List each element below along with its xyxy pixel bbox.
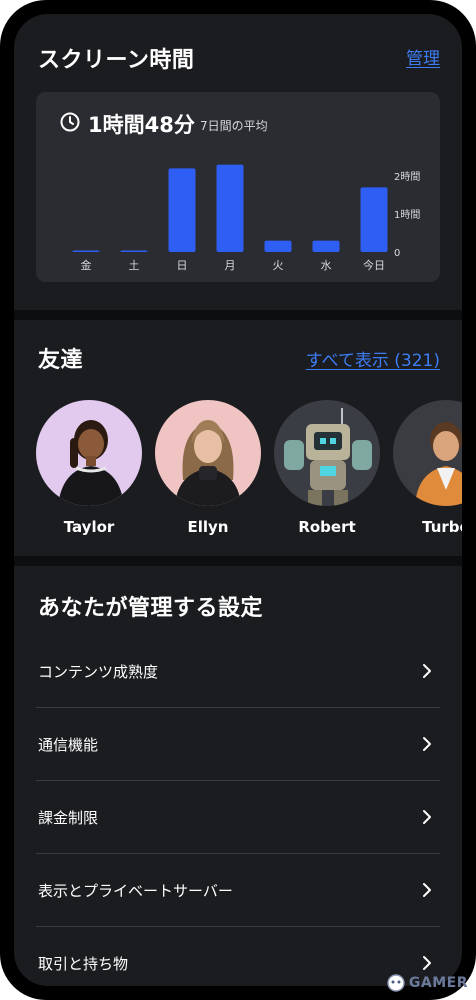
chart-x-tick-label: 日 <box>177 259 188 272</box>
avatar <box>274 400 380 506</box>
screen-time-title: スクリーン時間 <box>38 48 195 73</box>
chart-y-tick-label: 2時間 <box>394 171 420 183</box>
avatar <box>393 400 462 506</box>
chevron-right-icon <box>423 664 431 678</box>
screen-time-card: 1時間48分 7日間の平均 金土日月火水今日 2時間 1時間 0 <box>36 92 440 282</box>
friend-card[interactable]: Ellyn <box>155 400 261 536</box>
device-frame: スクリーン時間 管理 1時間48分 7日間の平均 金土日月火水今日 2時間 1時間 0… <box>0 0 476 1000</box>
chart-x-tick-label: 今日 <box>363 258 385 272</box>
app-screen: スクリーン時間 管理 1時間48分 7日間の平均 金土日月火水今日 2時間 1時間 0… <box>14 14 462 986</box>
chevron-right-icon <box>423 810 431 824</box>
chart-bar <box>360 187 388 252</box>
chart-bar <box>312 240 340 252</box>
chart-bar <box>72 250 100 252</box>
chart-x-tick-label: 金 <box>81 258 92 272</box>
screen-time-section: スクリーン時間 管理 1時間48分 7日間の平均 金土日月火水今日 2時間 1時間 0 <box>14 14 462 310</box>
chart-x-tick-label: 月 <box>225 259 236 272</box>
chart-bar <box>216 164 244 252</box>
friend-name: Turbo <box>422 518 462 536</box>
friend-name: Taylor <box>63 518 115 536</box>
settings-item-trading[interactable]: 取引と持ち物 <box>36 927 440 986</box>
chart-bar <box>264 240 292 252</box>
settings-item-label: 課金制限 <box>38 809 99 827</box>
friend-card[interactable]: Robert <box>274 400 380 536</box>
friends-section: 友達 すべて表示 (321) Taylor Ellyn Robert Turb <box>14 320 462 556</box>
chart-bar <box>120 250 148 252</box>
settings-section: あなたが管理する設定 コンテンツ成熟度 通信機能 課金制限 表示とプライベートサ… <box>14 566 462 986</box>
chart-bar <box>168 168 196 252</box>
settings-title: あなたが管理する設定 <box>38 596 264 621</box>
chart-x-tick-label: 火 <box>273 259 284 272</box>
chart-y-tick-label: 0 <box>394 248 400 259</box>
settings-item-label: 取引と持ち物 <box>38 955 129 973</box>
settings-item-label: 表示とプライベートサーバー <box>38 882 233 900</box>
settings-item-communication[interactable]: 通信機能 <box>36 708 440 781</box>
friend-card[interactable]: Taylor <box>36 400 142 536</box>
settings-item-label: 通信機能 <box>38 736 99 754</box>
chart-y-tick-label: 1時間 <box>394 209 420 221</box>
settings-item-spending-limits[interactable]: 課金制限 <box>36 781 440 854</box>
watermark-logo-icon <box>387 974 405 992</box>
chart-x-tick-label: 土 <box>129 259 140 272</box>
friend-name: Ellyn <box>187 518 229 536</box>
avatar <box>36 400 142 506</box>
screen-time-chart: 金 土 日 月 火 水 今日 2時間 1時間 0 <box>72 164 420 272</box>
avatar <box>155 400 261 506</box>
watermark: GAMER <box>387 972 468 994</box>
view-all-friends-link[interactable]: すべて表示 (321) <box>306 346 440 371</box>
friend-card[interactable]: Turbo <box>393 400 462 536</box>
friend-name: Robert <box>298 518 356 536</box>
chevron-right-icon <box>423 956 431 970</box>
manage-link[interactable]: 管理 <box>406 44 440 69</box>
chevron-right-icon <box>423 883 431 897</box>
chart-x-tick-label: 水 <box>321 259 332 272</box>
settings-item-label: コンテンツ成熟度 <box>38 663 159 681</box>
watermark-text: GAMER <box>408 975 468 991</box>
settings-item-content-maturity[interactable]: コンテンツ成熟度 <box>36 635 440 708</box>
chevron-right-icon <box>423 737 431 751</box>
settings-item-visibility[interactable]: 表示とプライベートサーバー <box>36 854 440 927</box>
friends-title: 友達 <box>38 348 84 373</box>
